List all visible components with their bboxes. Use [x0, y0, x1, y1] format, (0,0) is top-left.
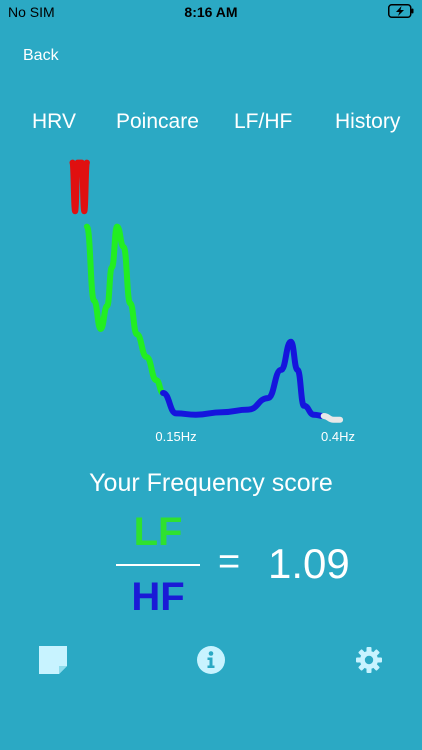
ratio-fraction-bar: [116, 564, 200, 566]
info-button[interactable]: [195, 644, 227, 676]
notes-button[interactable]: [37, 644, 69, 676]
frequency-spectrum-chart: 0.15Hz 0.4Hz: [69, 159, 355, 444]
back-button[interactable]: Back: [23, 47, 59, 65]
spectrum-series-1: [83, 223, 166, 396]
spectrum-series-2: [160, 338, 327, 419]
gear-icon: [356, 647, 382, 673]
tick-label-0-15hz: 0.15Hz: [155, 429, 196, 444]
info-icon: [197, 646, 225, 674]
tab-lf-hf[interactable]: LF/HF: [234, 110, 292, 134]
tick-label-0-4hz: 0.4Hz: [321, 429, 355, 444]
equals-sign: =: [218, 541, 241, 583]
tab-history[interactable]: History: [335, 110, 400, 134]
tab-hrv[interactable]: HRV: [32, 110, 76, 134]
tab-poincare[interactable]: Poincare: [116, 110, 199, 134]
ratio-denominator-hf: HF: [131, 575, 185, 619]
frequency-score-title: Your Frequency score: [89, 469, 333, 497]
spectrum-series-0: [69, 159, 90, 215]
battery-charging-icon: [388, 4, 414, 18]
settings-button[interactable]: [353, 644, 385, 676]
frequency-score-value: 1.09: [268, 540, 350, 587]
spectrum-series-group: [69, 159, 344, 423]
status-bar: No SIM 8:16 AM: [0, 0, 422, 24]
status-time: 8:16 AM: [184, 4, 238, 20]
analysis-tabs: HRV Poincare LF/HF History: [0, 110, 422, 140]
note-icon: [39, 646, 67, 674]
spectrum-series-3: [320, 413, 344, 423]
ratio-numerator-lf: LF: [133, 510, 183, 554]
